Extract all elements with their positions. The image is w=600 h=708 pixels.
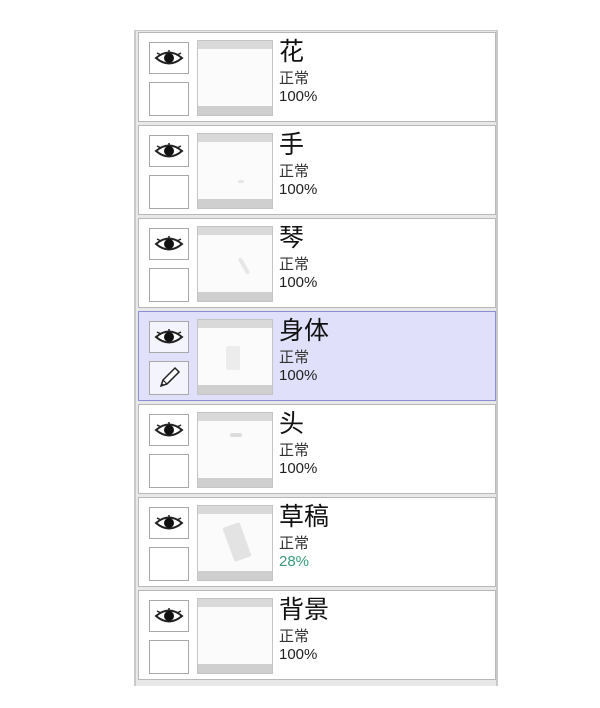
layer-name: 花	[279, 37, 305, 66]
visibility-toggle[interactable]	[149, 321, 189, 353]
layer-opacity: 100%	[279, 88, 318, 105]
layer-row[interactable]: 手 正常 100%	[138, 125, 496, 215]
layer-opacity: 100%	[279, 274, 318, 291]
layer-edit-indicator[interactable]	[149, 547, 189, 581]
layer-thumbnail	[197, 319, 273, 395]
layer-edit-indicator[interactable]	[149, 361, 189, 395]
visibility-toggle[interactable]	[149, 135, 189, 167]
layer-thumbnail	[197, 505, 273, 581]
visibility-toggle[interactable]	[149, 600, 189, 632]
visibility-toggle[interactable]	[149, 228, 189, 260]
layer-opacity: 100%	[279, 181, 318, 198]
layer-name: 身体	[279, 316, 330, 345]
eye-icon	[154, 236, 184, 251]
layer-name: 草稿	[279, 502, 330, 531]
layer-edit-indicator[interactable]	[149, 82, 189, 116]
visibility-toggle[interactable]	[149, 42, 189, 74]
layer-name: 琴	[279, 223, 305, 252]
layer-opacity: 28%	[279, 553, 310, 570]
layer-blend-mode: 正常	[279, 162, 310, 180]
layer-blend-mode: 正常	[279, 255, 310, 273]
layer-row[interactable]: 头 正常 100%	[138, 404, 496, 494]
layer-blend-mode: 正常	[279, 534, 310, 552]
layer-edit-indicator[interactable]	[149, 268, 189, 302]
layer-thumbnail	[197, 40, 273, 116]
visibility-toggle[interactable]	[149, 414, 189, 446]
layer-thumbnail	[197, 598, 273, 674]
eye-icon	[154, 608, 184, 623]
layer-row-selected[interactable]: 身体 正常 100%	[138, 311, 496, 401]
layers-panel: 花 正常 100% 手 正常 100% 琴 正常 100% 身体 正常 100%…	[134, 30, 498, 686]
layer-name: 头	[279, 409, 305, 438]
layer-edit-indicator[interactable]	[149, 640, 189, 674]
layer-thumbnail	[197, 412, 273, 488]
layer-blend-mode: 正常	[279, 348, 310, 366]
pencil-icon	[159, 366, 181, 388]
layer-blend-mode: 正常	[279, 69, 310, 87]
layer-opacity: 100%	[279, 646, 318, 663]
layer-blend-mode: 正常	[279, 441, 310, 459]
layer-edit-indicator[interactable]	[149, 454, 189, 488]
visibility-toggle[interactable]	[149, 507, 189, 539]
layer-blend-mode: 正常	[279, 627, 310, 645]
eye-icon	[154, 50, 184, 65]
layer-row[interactable]: 草稿 正常 28%	[138, 497, 496, 587]
layer-thumbnail	[197, 133, 273, 209]
layer-row[interactable]: 背景 正常 100%	[138, 590, 496, 680]
layer-opacity: 100%	[279, 367, 318, 384]
eye-icon	[154, 422, 184, 437]
layer-edit-indicator[interactable]	[149, 175, 189, 209]
layer-row[interactable]: 琴 正常 100%	[138, 218, 496, 308]
eye-icon	[154, 143, 184, 158]
layer-row[interactable]: 花 正常 100%	[138, 32, 496, 122]
eye-icon	[154, 515, 184, 530]
layer-thumbnail	[197, 226, 273, 302]
eye-icon	[154, 329, 184, 344]
layer-name: 手	[279, 130, 305, 159]
layer-opacity: 100%	[279, 460, 318, 477]
layer-name: 背景	[279, 595, 330, 624]
